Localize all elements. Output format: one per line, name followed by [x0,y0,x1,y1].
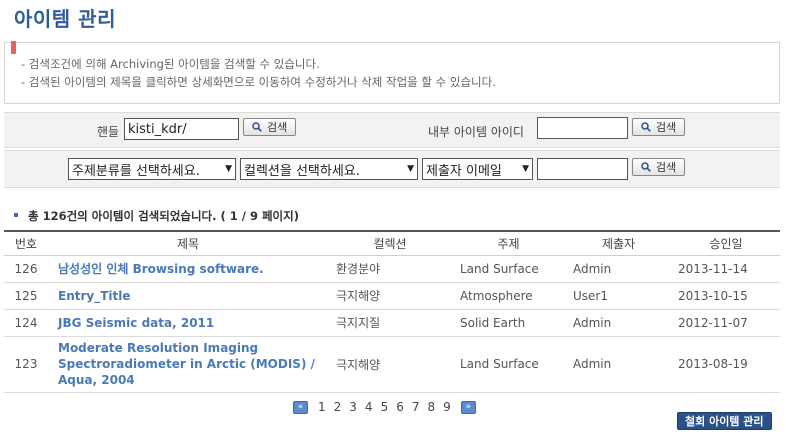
handle-input[interactable] [124,118,239,140]
submitter-email-input[interactable] [537,158,628,180]
column-header-collection: 컬렉션 [328,230,452,256]
page-link-9[interactable]: 9 [443,400,451,414]
row-submitter: Admin [565,309,672,337]
row-subject: Atmosphere [452,282,565,310]
result-summary-text: 총 126건의 아이템이 검색되었습니다. ( 1 / 9 페이지) [28,209,299,223]
internal-id-search-button[interactable]: 검색 [632,118,686,136]
row-subject: Solid Earth [452,309,565,337]
page-link-3[interactable]: 3 [349,400,357,414]
page-link-8[interactable]: 8 [427,400,435,414]
internal-id-label: 내부 아이템 아이디 [428,125,524,139]
result-summary: 총 126건의 아이템이 검색되었습니다. ( 1 / 9 페이지) [14,208,299,224]
page-number-list: 1 2 3 4 5 6 7 8 9 [314,400,455,414]
handle-label: 핸들 [97,125,120,139]
page-title: 아이템 관리 [14,7,116,31]
row-collection: 극지해양 [328,282,452,310]
collection-select[interactable]: 컬렉션을 선택하세요. ▼ [240,158,418,180]
column-header-number: 번호 [4,230,48,256]
page-link-6[interactable]: 6 [396,400,404,414]
withdrawn-items-button[interactable]: 철회 아이템 관리 [677,412,772,430]
column-header-approval-date: 승인일 [672,230,780,256]
search-icon [641,122,651,132]
row-date: 2012-11-07 [672,309,780,337]
row-collection: 환경분야 [328,255,452,283]
handle-search-button[interactable]: 검색 [243,118,297,136]
submitter-search-button[interactable]: 검색 [632,158,686,176]
search-icon [641,162,651,172]
row-number: 125 [4,282,48,310]
row-number: 126 [4,255,48,283]
submitter-select-value: 제출자 이메일 [426,163,502,179]
page-link-5[interactable]: 5 [381,400,389,414]
row-number: 123 [4,336,48,393]
prev-page-icon[interactable]: « [293,400,308,414]
page-link-7[interactable]: 7 [412,400,420,414]
row-submitter: Admin [565,255,672,283]
next-page-icon[interactable]: » [460,400,476,414]
notice-line-1: - 검색조건에 의해 Archiving된 아이템을 검색할 수 있습니다. [21,57,320,71]
row-subject: Land Surface [452,255,565,283]
row-submitter: User1 [565,282,672,310]
page-link-1[interactable]: 1 [318,400,326,414]
bullet-icon [14,212,18,217]
row-submitter: Admin [565,336,672,393]
search-button-label: 검색 [656,161,677,174]
notice-box: - 검색조건에 의해 Archiving된 아이템을 검색할 수 있습니다. -… [4,41,780,104]
pagination: « 1 2 3 4 5 6 7 8 9 » [293,400,476,414]
item-title-link[interactable]: Entry_Title [48,282,328,310]
subject-select[interactable]: 주제분류를 선택하세요. ▼ [68,158,236,180]
item-title-link[interactable]: Moderate Resolution Imaging Spectroradio… [48,336,328,393]
internal-id-input[interactable] [537,117,628,139]
page-link-2[interactable]: 2 [334,400,342,414]
row-collection: 극지지질 [328,309,452,337]
row-date: 2013-11-14 [672,255,780,283]
item-title-link[interactable]: 남성성인 인체 Browsing software. [48,255,328,283]
row-date: 2013-10-15 [672,282,780,310]
column-header-title: 제목 [48,230,328,256]
submitter-select[interactable]: 제출자 이메일 ▼ [422,158,533,180]
table-header-row: 번호 제목 컬렉션 주제 제출자 승인일 [4,230,780,256]
table-row: 123 Moderate Resolution Imaging Spectror… [4,336,780,393]
table-row: 126 남성성인 인체 Browsing software. 환경분야 Land… [4,255,780,283]
bookmark-icon [11,41,16,54]
search-icon [252,122,262,132]
row-subject: Land Surface [452,336,565,393]
chevron-down-icon: ▼ [522,164,529,174]
row-collection: 극지해양 [328,336,452,393]
chevron-down-icon: ▼ [407,164,414,174]
collection-select-value: 컬렉션을 선택하세요. [244,163,360,179]
column-header-subject: 주제 [452,230,565,256]
row-number: 124 [4,309,48,337]
notice-line-2: - 검색된 아이템의 제목을 클릭하면 상세화면으로 이동하여 수정하거나 삭제… [21,75,496,89]
row-date: 2013-08-19 [672,336,780,393]
table-row: 125 Entry_Title 극지해양 Atmosphere User1 20… [4,282,780,310]
column-header-submitter: 제출자 [565,230,672,256]
page-link-4[interactable]: 4 [365,400,373,414]
search-button-label: 검색 [267,121,288,134]
table-row: 124 JBG Seismic data, 2011 극지지질 Solid Ea… [4,309,780,337]
subject-select-value: 주제분류를 선택하세요. [72,163,200,179]
search-button-label: 검색 [656,121,677,134]
item-title-link[interactable]: JBG Seismic data, 2011 [48,309,328,337]
chevron-down-icon: ▼ [225,164,232,174]
results-table: 번호 제목 컬렉션 주제 제출자 승인일 126 남성성인 인체 Browsin… [4,230,780,393]
